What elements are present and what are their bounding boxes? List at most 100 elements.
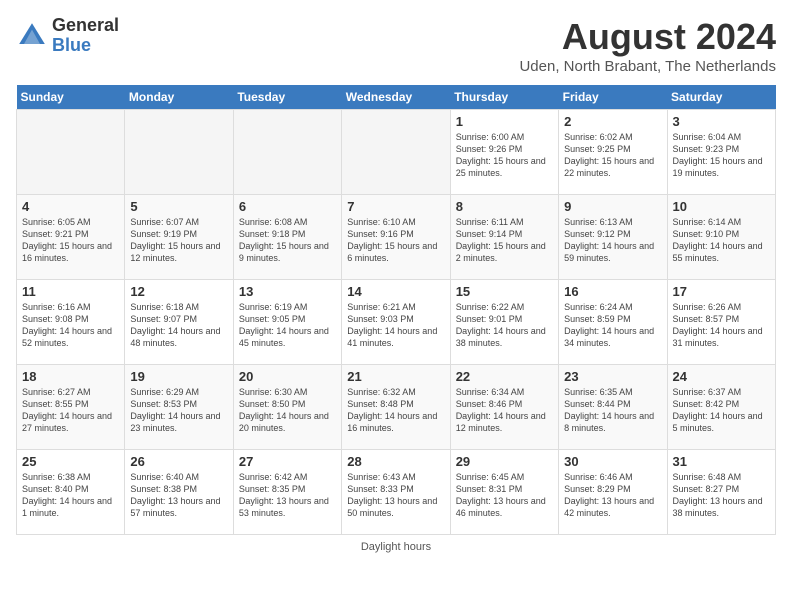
- day-number: 21: [347, 369, 444, 384]
- cell-info: Sunrise: 6:13 AM Sunset: 9:12 PM Dayligh…: [564, 216, 661, 265]
- footer-note: Daylight hours: [16, 541, 776, 553]
- title-block: August 2024 Uden, North Brabant, The Net…: [519, 16, 776, 75]
- day-number: 3: [673, 114, 770, 129]
- day-number: 12: [130, 284, 227, 299]
- day-number: 24: [673, 369, 770, 384]
- day-number: 10: [673, 199, 770, 214]
- cell-info: Sunrise: 6:24 AM Sunset: 8:59 PM Dayligh…: [564, 301, 661, 350]
- calendar-cell: 5Sunrise: 6:07 AM Sunset: 9:19 PM Daylig…: [125, 195, 233, 280]
- calendar-cell: 1Sunrise: 6:00 AM Sunset: 9:26 PM Daylig…: [450, 110, 558, 195]
- day-number: 28: [347, 454, 444, 469]
- calendar-cell: 8 Sunrise: 6:11 AM Sunset: 9:14 PM Daylig…: [450, 195, 558, 280]
- day-number: 19: [130, 369, 227, 384]
- cell-info: Sunrise: 6:40 AM Sunset: 8:38 PM Dayligh…: [130, 471, 227, 520]
- calendar-cell: [125, 110, 233, 195]
- cell-info: Sunrise: 6:43 AM Sunset: 8:33 PM Dayligh…: [347, 471, 444, 520]
- day-number: 26: [130, 454, 227, 469]
- cell-info: Sunrise: 6:10 AM Sunset: 9:16 PM Dayligh…: [347, 216, 444, 265]
- cell-info: Sunrise: 6:08 AM Sunset: 9:18 PM Dayligh…: [239, 216, 336, 265]
- cell-info: Sunrise: 6:38 AM Sunset: 8:40 PM Dayligh…: [22, 471, 119, 520]
- day-number: 2: [564, 114, 661, 129]
- week-row-4: 18 Sunrise: 6:27 AM Sunset: 8:55 PM Dayli…: [17, 365, 776, 450]
- day-header-thursday: Thursday: [450, 85, 558, 110]
- week-row-5: 25Sunrise: 6:38 AM Sunset: 8:40 PM Dayli…: [17, 450, 776, 535]
- cell-info: Sunrise: 6:29 AM Sunset: 8:53 PM Dayligh…: [130, 386, 227, 435]
- calendar-cell: 16 Sunrise: 6:24 AM Sunset: 8:59 PM Dayli…: [559, 280, 667, 365]
- cell-info: Sunrise: 6:45 AM Sunset: 8:31 PM Dayligh…: [456, 471, 553, 520]
- cell-info: Sunrise: 6:26 AM Sunset: 8:57 PM Dayligh…: [673, 301, 770, 350]
- day-number: 16: [564, 284, 661, 299]
- day-header-monday: Monday: [125, 85, 233, 110]
- cell-info: Sunrise: 6:11 AM Sunset: 9:14 PM Dayligh…: [456, 216, 553, 265]
- calendar-cell: [342, 110, 450, 195]
- day-number: 30: [564, 454, 661, 469]
- cell-info: Sunrise: 6:16 AM Sunset: 9:08 PM Dayligh…: [22, 301, 119, 350]
- day-number: 9: [564, 199, 661, 214]
- cell-info: Sunrise: 6:07 AM Sunset: 9:19 PM Dayligh…: [130, 216, 227, 265]
- calendar-cell: 3 Sunrise: 6:04 AM Sunset: 9:23 PM Daylig…: [667, 110, 775, 195]
- cell-info: Sunrise: 6:18 AM Sunset: 9:07 PM Dayligh…: [130, 301, 227, 350]
- calendar-cell: 26 Sunrise: 6:40 AM Sunset: 8:38 PM Dayli…: [125, 450, 233, 535]
- day-number: 6: [239, 199, 336, 214]
- calendar-cell: 29Sunrise: 6:45 AM Sunset: 8:31 PM Dayli…: [450, 450, 558, 535]
- calendar-cell: 10 Sunrise: 6:14 AM Sunset: 9:10 PM Dayli…: [667, 195, 775, 280]
- calendar-cell: 31 Sunrise: 6:48 AM Sunset: 8:27 PM Dayli…: [667, 450, 775, 535]
- calendar-cell: 14 Sunrise: 6:21 AM Sunset: 9:03 PM Dayli…: [342, 280, 450, 365]
- week-row-1: 1Sunrise: 6:00 AM Sunset: 9:26 PM Daylig…: [17, 110, 776, 195]
- day-number: 31: [673, 454, 770, 469]
- calendar-cell: 28 Sunrise: 6:43 AM Sunset: 8:33 PM Dayli…: [342, 450, 450, 535]
- day-number: 1: [456, 114, 553, 129]
- cell-info: Sunrise: 6:22 AM Sunset: 9:01 PM Dayligh…: [456, 301, 553, 350]
- calendar-cell: 17Sunrise: 6:26 AM Sunset: 8:57 PM Dayli…: [667, 280, 775, 365]
- day-header-sunday: Sunday: [17, 85, 125, 110]
- calendar-cell: 23Sunrise: 6:35 AM Sunset: 8:44 PM Dayli…: [559, 365, 667, 450]
- logo-general-text: General: [52, 16, 119, 36]
- day-number: 7: [347, 199, 444, 214]
- calendar-cell: 22Sunrise: 6:34 AM Sunset: 8:46 PM Dayli…: [450, 365, 558, 450]
- calendar-cell: 7 Sunrise: 6:10 AM Sunset: 9:16 PM Daylig…: [342, 195, 450, 280]
- day-number: 13: [239, 284, 336, 299]
- cell-info: Sunrise: 6:21 AM Sunset: 9:03 PM Dayligh…: [347, 301, 444, 350]
- cell-info: Sunrise: 6:30 AM Sunset: 8:50 PM Dayligh…: [239, 386, 336, 435]
- calendar-cell: 15 Sunrise: 6:22 AM Sunset: 9:01 PM Dayli…: [450, 280, 558, 365]
- logo-text: General Blue: [52, 16, 119, 56]
- month-title: August 2024: [519, 16, 776, 58]
- day-number: 20: [239, 369, 336, 384]
- calendar-cell: 20 Sunrise: 6:30 AM Sunset: 8:50 PM Dayli…: [233, 365, 341, 450]
- day-number: 27: [239, 454, 336, 469]
- calendar-table: SundayMondayTuesdayWednesdayThursdayFrid…: [16, 85, 776, 535]
- cell-info: Sunrise: 6:35 AM Sunset: 8:44 PM Dayligh…: [564, 386, 661, 435]
- day-header-tuesday: Tuesday: [233, 85, 341, 110]
- week-row-2: 4Sunrise: 6:05 AM Sunset: 9:21 PM Daylig…: [17, 195, 776, 280]
- calendar-cell: 19 Sunrise: 6:29 AM Sunset: 8:53 PM Dayli…: [125, 365, 233, 450]
- day-number: 11: [22, 284, 119, 299]
- cell-info: Sunrise: 6:14 AM Sunset: 9:10 PM Dayligh…: [673, 216, 770, 265]
- cell-info: Sunrise: 6:32 AM Sunset: 8:48 PM Dayligh…: [347, 386, 444, 435]
- calendar-cell: 24 Sunrise: 6:37 AM Sunset: 8:42 PM Dayli…: [667, 365, 775, 450]
- day-number: 14: [347, 284, 444, 299]
- calendar-cell: 13 Sunrise: 6:19 AM Sunset: 9:05 PM Dayli…: [233, 280, 341, 365]
- cell-info: Sunrise: 6:04 AM Sunset: 9:23 PM Dayligh…: [673, 131, 770, 180]
- calendar-cell: 27Sunrise: 6:42 AM Sunset: 8:35 PM Dayli…: [233, 450, 341, 535]
- calendar-cell: 30Sunrise: 6:46 AM Sunset: 8:29 PM Dayli…: [559, 450, 667, 535]
- calendar-cell: [17, 110, 125, 195]
- cell-info: Sunrise: 6:48 AM Sunset: 8:27 PM Dayligh…: [673, 471, 770, 520]
- day-header-friday: Friday: [559, 85, 667, 110]
- cell-info: Sunrise: 6:27 AM Sunset: 8:55 PM Dayligh…: [22, 386, 119, 435]
- week-row-3: 11 Sunrise: 6:16 AM Sunset: 9:08 PM Dayli…: [17, 280, 776, 365]
- logo: General Blue: [16, 16, 119, 56]
- cell-info: Sunrise: 6:37 AM Sunset: 8:42 PM Dayligh…: [673, 386, 770, 435]
- logo-blue-text: Blue: [52, 36, 119, 56]
- calendar-cell: 6 Sunrise: 6:08 AM Sunset: 9:18 PM Daylig…: [233, 195, 341, 280]
- cell-info: Sunrise: 6:19 AM Sunset: 9:05 PM Dayligh…: [239, 301, 336, 350]
- calendar-cell: 11 Sunrise: 6:16 AM Sunset: 9:08 PM Dayli…: [17, 280, 125, 365]
- day-number: 18: [22, 369, 119, 384]
- day-number: 8: [456, 199, 553, 214]
- calendar-cell: 4Sunrise: 6:05 AM Sunset: 9:21 PM Daylig…: [17, 195, 125, 280]
- calendar-cell: 25Sunrise: 6:38 AM Sunset: 8:40 PM Dayli…: [17, 450, 125, 535]
- calendar-cell: 2Sunrise: 6:02 AM Sunset: 9:25 PM Daylig…: [559, 110, 667, 195]
- calendar-cell: 9 Sunrise: 6:13 AM Sunset: 9:12 PM Daylig…: [559, 195, 667, 280]
- day-header-wednesday: Wednesday: [342, 85, 450, 110]
- day-number: 15: [456, 284, 553, 299]
- day-number: 4: [22, 199, 119, 214]
